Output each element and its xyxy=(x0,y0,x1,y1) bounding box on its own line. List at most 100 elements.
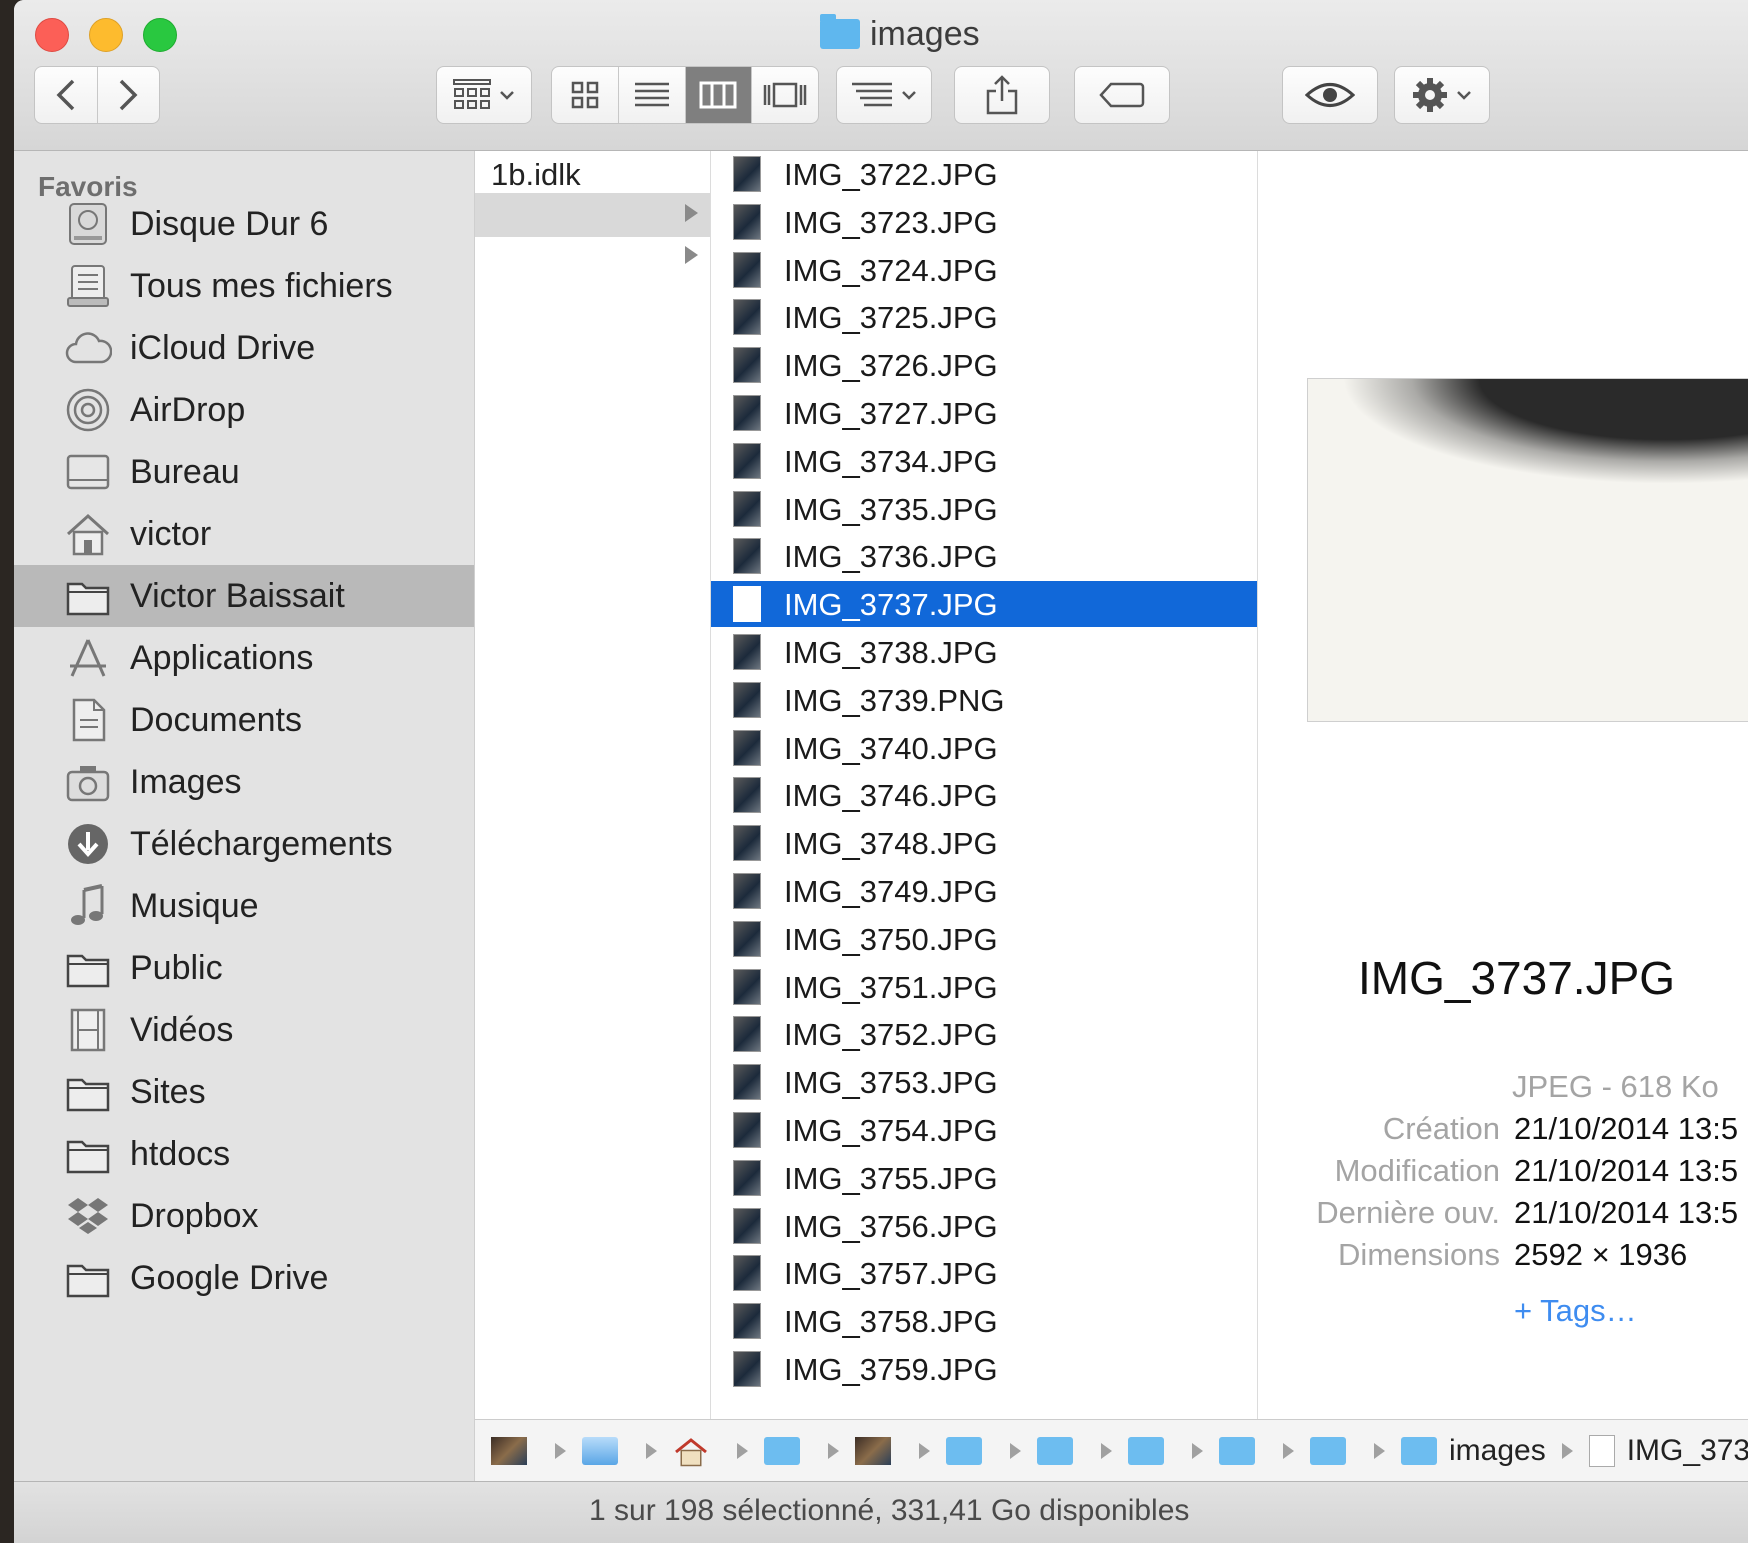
forward-button[interactable] xyxy=(98,67,160,123)
file-list-item[interactable]: IMG_3753.JPG xyxy=(711,1059,1257,1105)
file-list-item[interactable]: IMG_3740.JPG xyxy=(711,725,1257,771)
path-segment[interactable]: IMG_3737.JPG xyxy=(1573,1434,1748,1468)
file-name: IMG_3739.PNG xyxy=(784,682,1005,718)
path-separator-icon xyxy=(1561,1443,1573,1459)
sidebar-item-t-l-chargements[interactable]: Téléchargements xyxy=(14,813,474,875)
sidebar-item-victor-baissait[interactable]: Victor Baissait xyxy=(14,565,474,627)
path-segment[interactable]: images xyxy=(1385,1434,1546,1468)
file-list-item[interactable]: IMG_3755.JPG xyxy=(711,1155,1257,1201)
sidebar-item-icloud-drive[interactable]: iCloud Drive xyxy=(14,317,474,379)
file-name: IMG_3726.JPG xyxy=(784,348,998,384)
path-segment[interactable] xyxy=(748,1437,812,1465)
path-segment[interactable] xyxy=(566,1437,630,1465)
image-file-icon xyxy=(1588,1435,1615,1467)
list-view-button[interactable] xyxy=(619,67,686,123)
file-list-item[interactable]: IMG_3746.JPG xyxy=(711,772,1257,818)
file-list-item[interactable]: IMG_3751.JPG xyxy=(711,964,1257,1010)
file-list-item[interactable]: IMG_3734.JPG xyxy=(711,438,1257,484)
image-thumbnail-icon xyxy=(733,538,761,575)
modification-value: 21/10/2014 13:5 xyxy=(1514,1153,1739,1188)
close-window-button[interactable] xyxy=(35,18,69,52)
sort-button[interactable] xyxy=(836,66,932,124)
path-segment[interactable] xyxy=(839,1437,903,1465)
path-segment[interactable] xyxy=(1294,1437,1358,1465)
path-separator-icon xyxy=(555,1443,566,1459)
folder-icon xyxy=(1219,1437,1255,1465)
path-segment[interactable] xyxy=(1112,1437,1176,1465)
edit-tags-button[interactable] xyxy=(1074,66,1170,124)
sidebar-item-htdocs[interactable]: htdocs xyxy=(14,1123,474,1185)
column-view-button[interactable] xyxy=(685,67,753,123)
file-name: IMG_3750.JPG xyxy=(784,921,998,957)
quick-look-button[interactable] xyxy=(1282,66,1378,124)
sidebar-item-applications[interactable]: Applications xyxy=(14,627,474,689)
file-list-item[interactable]: IMG_3750.JPG xyxy=(711,916,1257,962)
column-item[interactable] xyxy=(475,235,710,279)
minimize-window-button[interactable] xyxy=(89,18,123,52)
status-text: 1 sur 198 sélectionné, 331,41 Go disponi… xyxy=(589,1494,1190,1527)
path-separator-icon xyxy=(919,1443,930,1459)
arrange-button[interactable] xyxy=(436,66,532,124)
last-opened-value: 21/10/2014 13:5 xyxy=(1514,1195,1739,1230)
path-segment[interactable] xyxy=(475,1437,539,1465)
file-list-item[interactable]: IMG_3754.JPG xyxy=(711,1107,1257,1153)
sidebar-item-bureau[interactable]: Bureau xyxy=(14,441,474,503)
file-list-item[interactable]: IMG_3723.JPG xyxy=(711,199,1257,245)
file-list-item[interactable]: IMG_3736.JPG xyxy=(711,533,1257,579)
path-segment[interactable] xyxy=(657,1437,721,1467)
sidebar-item-musique[interactable]: Musique xyxy=(14,875,474,937)
sidebar-item-airdrop[interactable]: AirDrop xyxy=(14,379,474,441)
home-icon xyxy=(62,508,114,560)
image-thumbnail-icon xyxy=(733,299,761,336)
gear-icon xyxy=(1413,78,1447,112)
column-item[interactable] xyxy=(475,193,710,237)
download-icon xyxy=(62,818,114,870)
cover-flow-view-button[interactable] xyxy=(752,67,818,123)
path-segment[interactable] xyxy=(1021,1437,1085,1465)
file-list-item[interactable]: IMG_3737.JPG xyxy=(711,581,1257,628)
file-list-item[interactable]: IMG_3759.JPG xyxy=(711,1346,1257,1392)
file-list-item[interactable]: IMG_3735.JPG xyxy=(711,486,1257,532)
sidebar-item-google-drive[interactable]: Google Drive xyxy=(14,1247,474,1309)
path-separator-icon xyxy=(828,1443,839,1459)
sidebar-item-vid-os[interactable]: Vidéos xyxy=(14,999,474,1061)
icon-view-icon xyxy=(571,81,599,109)
action-button[interactable] xyxy=(1394,66,1490,124)
file-name: IMG_3727.JPG xyxy=(784,396,998,431)
browser-column-parent: 1b.idlk xyxy=(475,151,711,1419)
file-list-item[interactable]: IMG_3752.JPG xyxy=(711,1011,1257,1057)
column-item[interactable]: 1b.idlk xyxy=(475,151,710,195)
file-list-item[interactable]: IMG_3725.JPG xyxy=(711,294,1257,340)
sidebar-item-dropbox[interactable]: Dropbox xyxy=(14,1185,474,1247)
sidebar-item-images[interactable]: Images xyxy=(14,751,474,813)
file-list-item[interactable]: IMG_3727.JPG xyxy=(711,390,1257,436)
file-list-item[interactable]: IMG_3748.JPG xyxy=(711,820,1257,866)
file-list-item[interactable]: IMG_3739.PNG xyxy=(711,677,1257,723)
file-list-item[interactable]: IMG_3738.JPG xyxy=(711,629,1257,675)
sidebar-item-public[interactable]: Public xyxy=(14,937,474,999)
back-button[interactable] xyxy=(35,67,98,123)
file-list-item[interactable]: IMG_3749.JPG xyxy=(711,868,1257,914)
zoom-window-button[interactable] xyxy=(143,18,177,52)
icon-view-button[interactable] xyxy=(552,67,619,123)
file-list-item[interactable]: IMG_3756.JPG xyxy=(711,1203,1257,1249)
sidebar: Favoris Disque Dur 6 Tous mes fichiers iCl… xyxy=(14,151,475,1481)
sidebar-item-tous-mes-fichiers[interactable]: Tous mes fichiers xyxy=(14,255,474,317)
path-segment[interactable] xyxy=(1203,1437,1267,1465)
add-tags-link[interactable]: + Tags… xyxy=(1514,1293,1637,1329)
sidebar-item-victor[interactable]: victor xyxy=(14,503,474,565)
file-list-item[interactable]: IMG_3724.JPG xyxy=(711,247,1257,293)
image-thumbnail-icon xyxy=(733,1255,761,1292)
file-list-item[interactable]: IMG_3722.JPG xyxy=(711,151,1257,197)
file-list-item[interactable]: IMG_3757.JPG xyxy=(711,1250,1257,1296)
sidebar-item-sites[interactable]: Sites xyxy=(14,1061,474,1123)
file-list-item[interactable]: IMG_3726.JPG xyxy=(711,342,1257,388)
folder-icon xyxy=(62,1066,114,1118)
file-name: IMG_3722.JPG xyxy=(784,157,998,192)
sidebar-item-disque-dur-6[interactable]: Disque Dur 6 xyxy=(14,193,474,255)
share-button[interactable] xyxy=(954,66,1050,124)
file-list-item[interactable]: IMG_3758.JPG xyxy=(711,1298,1257,1344)
file-name: IMG_3736.JPG xyxy=(784,539,998,575)
path-segment[interactable] xyxy=(930,1437,994,1465)
sidebar-item-documents[interactable]: Documents xyxy=(14,689,474,751)
